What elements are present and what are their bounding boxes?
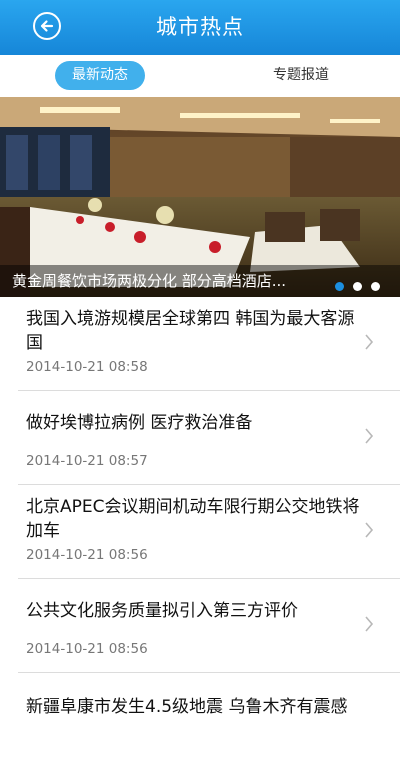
banner-carousel[interactable]: 黄金周餐饮市场两极分化 部分高档酒店...	[0, 97, 400, 297]
news-title: 做好埃博拉病例 医疗救治准备	[26, 413, 253, 433]
news-title: 我国入境游规模居全球第四 韩国为最大客源国	[26, 309, 355, 353]
news-list: 我国入境游规模居全球第四 韩国为最大客源国 2014-10-21 08:58 做…	[0, 297, 400, 766]
news-time: 2014-10-21 08:56	[26, 547, 148, 563]
tab-latest[interactable]: 最新动态	[55, 61, 145, 90]
list-item[interactable]: 新疆阜康市发生4.5级地震 乌鲁木齐有震感	[18, 673, 400, 766]
news-time: 2014-10-21 08:58	[26, 359, 148, 375]
chevron-right-icon	[365, 616, 374, 632]
list-item[interactable]: 我国入境游规模居全球第四 韩国为最大客源国 2014-10-21 08:58	[18, 297, 400, 391]
chevron-right-icon	[365, 522, 374, 538]
news-title: 北京APEC会议期间机动车限行期公交地铁将加车	[26, 497, 360, 541]
list-item[interactable]: 做好埃博拉病例 医疗救治准备 2014-10-21 08:57	[18, 391, 400, 485]
list-item[interactable]: 公共文化服务质量拟引入第三方评价 2014-10-21 08:56	[18, 579, 400, 673]
tab-special-reports[interactable]: 专题报道	[255, 61, 347, 90]
list-item[interactable]: 北京APEC会议期间机动车限行期公交地铁将加车 2014-10-21 08:56	[18, 485, 400, 579]
chevron-right-icon	[365, 334, 374, 350]
news-time: 2014-10-21 08:56	[26, 641, 148, 657]
carousel-dot[interactable]	[353, 282, 362, 291]
banner-caption-bar: 黄金周餐饮市场两极分化 部分高档酒店...	[0, 265, 400, 297]
news-time: 2014-10-21 08:57	[26, 453, 148, 469]
news-title: 公共文化服务质量拟引入第三方评价	[26, 601, 298, 621]
header-bar: 城市热点	[0, 0, 400, 55]
carousel-dot[interactable]	[371, 282, 380, 291]
carousel-indicator	[326, 276, 380, 295]
tab-bar: 最新动态 专题报道	[0, 55, 400, 97]
carousel-dot-active[interactable]	[335, 282, 344, 291]
chevron-right-icon	[365, 428, 374, 444]
page-title: 城市热点	[156, 15, 244, 39]
news-title: 新疆阜康市发生4.5级地震 乌鲁木齐有震感	[26, 697, 348, 717]
banner-caption: 黄金周餐饮市场两极分化 部分高档酒店...	[12, 272, 287, 290]
